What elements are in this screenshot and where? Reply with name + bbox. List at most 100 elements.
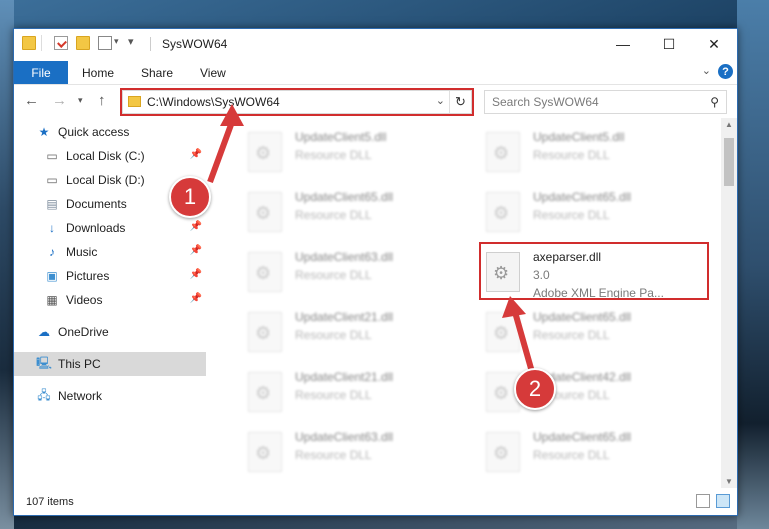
file-type: Resource DLL <box>295 268 372 282</box>
divider <box>41 35 42 51</box>
search-input[interactable] <box>492 92 702 112</box>
scroll-up-icon[interactable]: ▲ <box>725 120 733 129</box>
file-type: Resource DLL <box>295 388 372 402</box>
tab-view[interactable]: View <box>200 66 226 80</box>
callout-badge-1: 1 <box>169 176 211 218</box>
sidebar-item-label: Local Disk (D:) <box>66 173 145 187</box>
list-item[interactable]: UpdateClient65.dll Resource DLL <box>248 188 468 238</box>
sidebar-item-label: Downloads <box>66 221 126 235</box>
search-icon[interactable]: ⚲ <box>710 95 719 109</box>
sidebar-item-quick-access[interactable]: ★ Quick access <box>14 120 206 144</box>
sidebar-item-downloads[interactable]: ↓ Downloads 📌 <box>14 216 206 240</box>
list-item[interactable]: UpdateClient5.dll Resource DLL <box>486 128 706 178</box>
view-options-icon[interactable] <box>98 36 112 50</box>
file-type: Resource DLL <box>533 148 610 162</box>
forward-arrow-icon[interactable]: → <box>52 92 67 109</box>
file-list: UpdateClient5.dll Resource DLL UpdateCli… <box>206 118 721 488</box>
pin-icon: 📌 <box>189 149 202 160</box>
file-name: UpdateClient5.dll <box>295 130 387 144</box>
file-name: UpdateClient5.dll <box>533 130 625 144</box>
expand-ribbon-icon[interactable]: ⌄ <box>702 64 711 77</box>
list-item[interactable]: UpdateClient65.dll Resource DLL <box>486 308 706 358</box>
videos-icon: ▦ <box>46 293 58 307</box>
help-icon[interactable]: ? <box>718 64 733 79</box>
sidebar-item-pictures[interactable]: ▣ Pictures 📌 <box>14 264 206 288</box>
list-item[interactable]: UpdateClient65.dll Resource DLL <box>486 428 706 478</box>
sidebar-item-this-pc[interactable]: 🖳 This PC <box>14 352 206 376</box>
minimize-button[interactable]: — <box>600 29 646 59</box>
network-icon: 🖧 <box>37 387 51 402</box>
tab-share[interactable]: Share <box>141 66 173 80</box>
folder-icon[interactable] <box>22 36 36 50</box>
file-type: Resource DLL <box>295 328 372 342</box>
file-name: UpdateClient65.dll <box>533 310 632 324</box>
cloud-icon: ☁ <box>38 325 50 339</box>
dll-file-icon <box>248 432 282 472</box>
sidebar-item-music[interactable]: ♪ Music 📌 <box>14 240 206 264</box>
maximize-button[interactable]: ☐ <box>646 29 692 59</box>
file-name: UpdateClient21.dll <box>295 370 394 384</box>
sidebar-item-local-disk-c[interactable]: ▭ Local Disk (C:) 📌 <box>14 144 206 168</box>
drive-icon: ▭ <box>46 173 58 187</box>
properties-icon[interactable] <box>54 36 68 50</box>
dll-file-icon <box>248 252 282 292</box>
scroll-down-icon[interactable]: ▼ <box>725 477 733 486</box>
sidebar-item-onedrive[interactable]: ☁ OneDrive <box>14 320 206 344</box>
pin-icon: 📌 <box>189 221 202 232</box>
vertical-scrollbar[interactable]: ▲ ▼ <box>721 118 737 488</box>
list-item[interactable]: UpdateClient21.dll Resource DLL <box>248 308 468 358</box>
star-icon: ★ <box>38 125 50 139</box>
list-item[interactable]: UpdateClient63.dll Resource DLL <box>248 428 468 478</box>
sidebar-item-label: Videos <box>66 293 103 307</box>
customize-toolbar-icon[interactable]: ▾ <box>128 35 134 48</box>
recent-locations-chevron-icon[interactable]: ▾ <box>78 95 83 106</box>
list-item[interactable]: UpdateClient5.dll Resource DLL <box>248 128 468 178</box>
tab-home[interactable]: Home <box>82 66 114 80</box>
up-arrow-icon[interactable]: ↑ <box>98 92 106 109</box>
dll-file-icon <box>486 132 520 172</box>
list-item[interactable]: UpdateClient21.dll Resource DLL <box>248 368 468 418</box>
dll-file-icon <box>486 312 520 352</box>
address-highlight-box <box>120 88 474 116</box>
dll-file-icon <box>486 432 520 472</box>
file-name: UpdateClient65.dll <box>533 430 632 444</box>
pin-icon: 📌 <box>189 269 202 280</box>
file-type: Resource DLL <box>533 328 610 342</box>
back-arrow-icon[interactable]: ← <box>24 92 39 109</box>
tab-file[interactable]: File <box>14 61 68 84</box>
list-item[interactable]: UpdateClient65.dll Resource DLL <box>486 188 706 238</box>
tiles-view-icon[interactable] <box>716 494 730 508</box>
file-highlight-box <box>479 242 709 300</box>
new-folder-icon[interactable] <box>76 36 90 50</box>
status-bar: 107 items <box>14 488 737 515</box>
computer-icon: 🖳 <box>36 355 53 370</box>
downloads-icon: ↓ <box>49 221 55 235</box>
explorer-window: ▾ ▾ SysWOW64 — ☐ ✕ File Home Share View … <box>13 28 738 516</box>
sidebar-item-label: Local Disk (C:) <box>66 149 145 163</box>
ribbon-tabs: File Home Share View ⌄ ? <box>14 59 737 85</box>
divider <box>150 37 151 51</box>
navigation-bar: ← → ▾ ↑ C:\Windows\SysWOW64 ⌄ ↻ ⚲ <box>14 86 737 118</box>
file-name: UpdateClient63.dll <box>295 430 394 444</box>
item-count: 107 items <box>26 496 74 508</box>
file-name: UpdateClient65.dll <box>533 190 632 204</box>
details-view-icon[interactable] <box>696 494 710 508</box>
search-box[interactable]: ⚲ <box>484 90 727 114</box>
chevron-down-icon[interactable]: ▾ <box>114 36 119 47</box>
pin-icon: 📌 <box>189 245 202 256</box>
window-title: SysWOW64 <box>162 37 228 51</box>
sidebar-item-network[interactable]: 🖧 Network <box>14 384 206 408</box>
scroll-thumb[interactable] <box>724 138 734 186</box>
documents-icon: ▤ <box>46 197 58 211</box>
file-name: UpdateClient21.dll <box>295 310 394 324</box>
close-button[interactable]: ✕ <box>691 29 737 59</box>
sidebar-item-label: Music <box>66 245 98 259</box>
sidebar-item-label: Network <box>58 389 103 403</box>
file-type: Resource DLL <box>295 448 372 462</box>
desktop-background-right <box>737 0 769 529</box>
list-item[interactable]: UpdateClient63.dll Resource DLL <box>248 248 468 298</box>
sidebar-item-label: Quick access <box>58 125 130 139</box>
sidebar-item-videos[interactable]: ▦ Videos 📌 <box>14 288 206 312</box>
file-type: Resource DLL <box>533 448 610 462</box>
dll-file-icon <box>486 192 520 232</box>
